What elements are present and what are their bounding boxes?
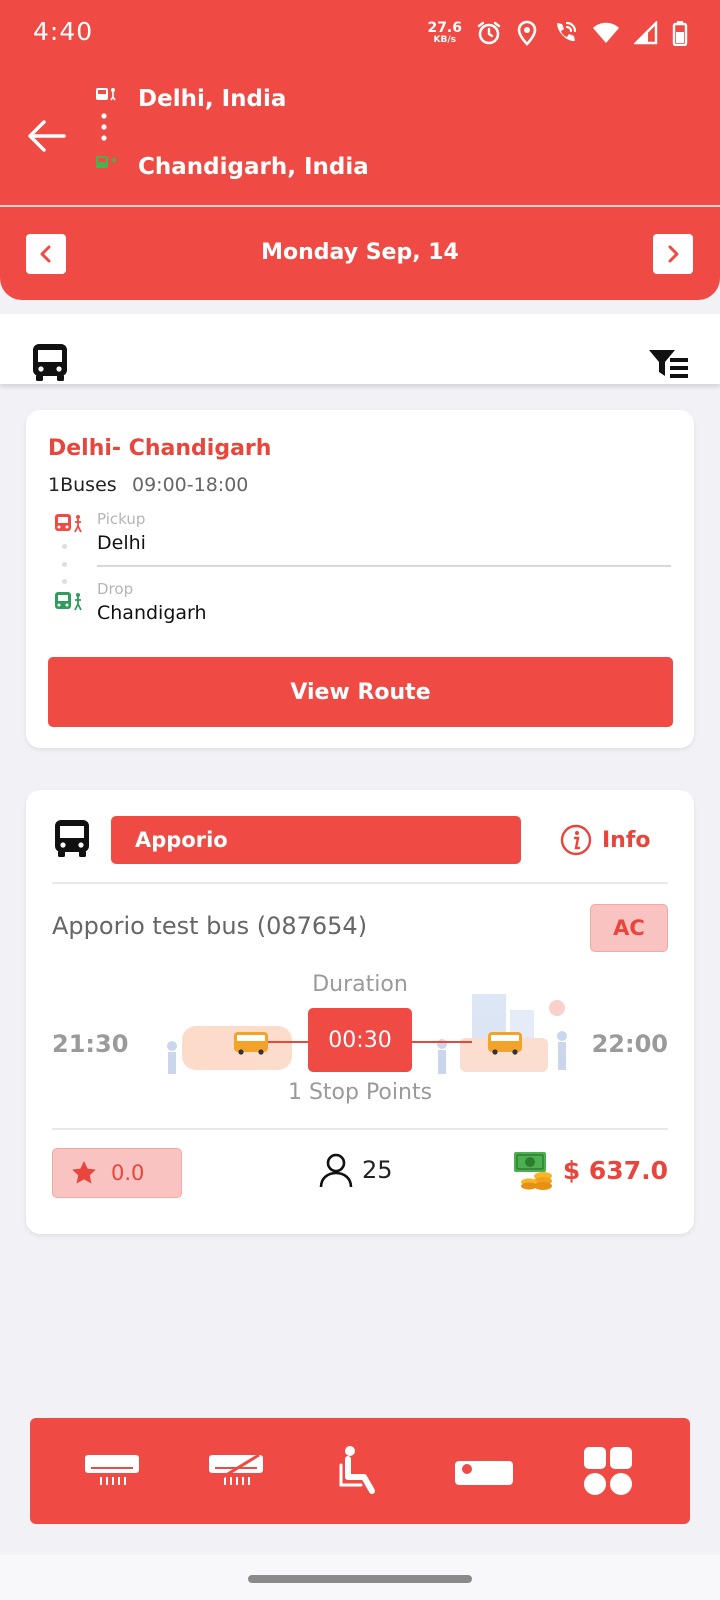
chevron-right-icon: [668, 245, 679, 263]
pickup-label: Pickup: [97, 510, 146, 528]
route-title: Delhi- Chandigarh: [48, 436, 272, 461]
route-bus-count: 1Buses: [48, 474, 117, 496]
bus-result-card[interactable]: Apporio Info Apporio test bus (087654) A…: [26, 790, 694, 1234]
drop-bus-icon: [55, 592, 82, 611]
next-date-button[interactable]: [653, 234, 693, 274]
route-time-range: 09:00-18:00: [132, 474, 249, 496]
ac-filter-button[interactable]: [81, 1443, 143, 1499]
non-ac-icon: [209, 1453, 263, 1485]
drop-label: Drop: [97, 580, 134, 598]
route-card[interactable]: Delhi- Chandigarh 1Buses 09:00-18:00 Pic…: [26, 410, 694, 748]
wifi-icon: [593, 22, 619, 43]
pickup-divider: [97, 565, 671, 567]
seater-filter-button[interactable]: [329, 1443, 391, 1499]
card-divider: [52, 882, 668, 884]
to-city: Chandigarh, India: [138, 154, 369, 180]
star-icon: [72, 1161, 96, 1184]
seats-count: 25: [362, 1156, 393, 1184]
back-arrow-icon[interactable]: [24, 114, 68, 158]
money-icon: [513, 1152, 552, 1190]
wifi-calling-icon: [557, 21, 577, 42]
alarm-icon: [477, 21, 501, 45]
ac-badge: AC: [590, 904, 668, 952]
available-seats: 25: [318, 1150, 393, 1190]
info-icon: [560, 824, 592, 856]
fare: $ 637.0: [513, 1146, 668, 1194]
drop-value: Chandigarh: [97, 602, 207, 624]
rating-value: 0.0: [111, 1161, 145, 1185]
stop-points: 1 Stop Points: [287, 1080, 433, 1105]
duration-value: 00:30: [308, 1008, 412, 1072]
info-label: Info: [602, 827, 651, 853]
amenity-filter-bar: [30, 1418, 690, 1524]
from-city: Delhi, India: [138, 86, 287, 112]
ac-icon: [85, 1455, 139, 1485]
non-ac-filter-button[interactable]: [205, 1443, 267, 1499]
status-time: 4:40: [33, 17, 94, 46]
info-button[interactable]: Info: [560, 820, 651, 860]
route-connector: [62, 544, 67, 584]
all-categories-icon: [584, 1447, 632, 1495]
results-toolbar: [0, 314, 720, 384]
signal-icon: [634, 21, 658, 45]
location-icon: [517, 20, 537, 46]
battery-icon: [672, 21, 688, 46]
arrival-time: 22:00: [591, 1030, 668, 1058]
selected-date: Monday Sep, 14: [261, 240, 459, 265]
status-bar: 4:40 27.6 KB/s: [0, 0, 720, 66]
network-speed-value: 27.6: [427, 20, 462, 36]
bus-name: Apporio test bus (087654): [52, 912, 368, 940]
route-dots-icon: [96, 88, 117, 168]
bus-icon[interactable]: [30, 342, 70, 382]
network-speed-unit: KB/s: [433, 35, 456, 45]
header: 4:40 27.6 KB/s Delhi, India Chandigarh, …: [0, 0, 720, 300]
all-categories-filter-button[interactable]: [577, 1443, 639, 1499]
network-speed: 27.6 KB/s: [427, 21, 462, 45]
seater-icon: [339, 1446, 375, 1494]
departure-time: 21:30: [52, 1030, 129, 1058]
view-route-button[interactable]: View Route: [48, 657, 673, 727]
home-indicator[interactable]: [248, 1575, 472, 1583]
card-divider: [52, 1128, 668, 1130]
user-icon: [319, 1153, 353, 1188]
bus-icon: [55, 820, 89, 857]
operator-name: Apporio: [111, 816, 521, 864]
pickup-bus-icon: [55, 514, 82, 533]
sleeper-icon: [455, 1461, 513, 1485]
sleeper-filter-button[interactable]: [453, 1443, 515, 1499]
filter-icon[interactable]: [648, 348, 690, 380]
status-icons: 27.6 KB/s: [427, 16, 688, 50]
header-divider: [0, 205, 720, 207]
pickup-value: Delhi: [97, 532, 146, 554]
fare-value: $ 637.0: [562, 1155, 668, 1185]
rating-badge: 0.0: [52, 1148, 182, 1198]
